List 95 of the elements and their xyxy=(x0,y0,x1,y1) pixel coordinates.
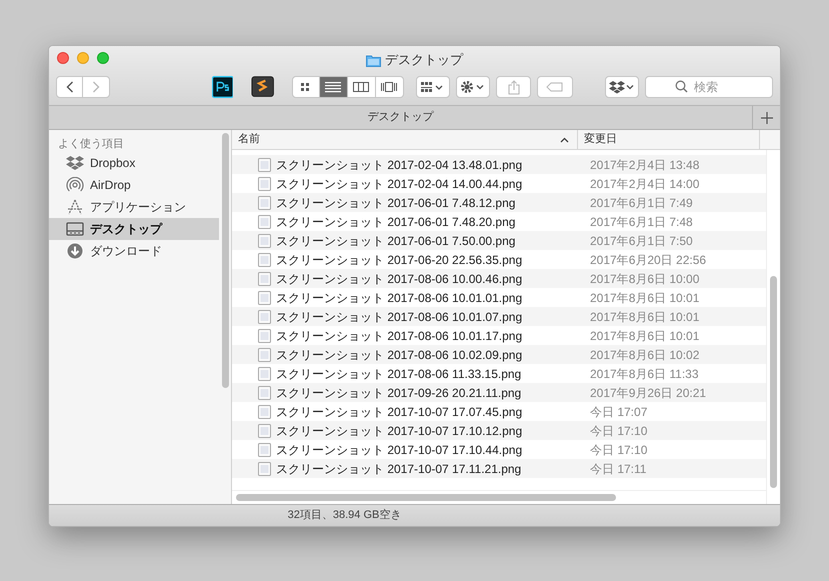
column-header[interactable]: 名前 xyxy=(232,130,578,149)
file-name[interactable]: スクリーンショット 2017-09-26 20.21.11.png xyxy=(276,384,522,402)
file-name[interactable]: スクリーンショット 2017-08-06 10.01.17.png xyxy=(276,326,522,344)
chevron-right-icon xyxy=(92,81,100,93)
image-file-icon xyxy=(258,386,271,400)
gear-icon xyxy=(460,80,486,94)
back-button[interactable] xyxy=(56,76,83,98)
modified-date: 2017年6月1日 7:49 xyxy=(589,194,693,212)
modified-date: 今日 17:07 xyxy=(589,404,648,420)
image-file-icon xyxy=(258,290,271,304)
column-header[interactable]: 変更日 xyxy=(578,130,760,149)
airdrop-icon xyxy=(66,177,84,193)
modified-date: 2017年2月4日 14:00 xyxy=(589,176,700,192)
image-file-icon xyxy=(258,214,271,228)
window-title: デスクトップ xyxy=(385,51,463,70)
sidebar-item[interactable]: ダウンロード xyxy=(49,240,219,262)
download-icon xyxy=(66,243,84,259)
cover-flow-button[interactable] xyxy=(376,76,404,98)
column-view-button[interactable] xyxy=(348,76,376,98)
image-file-icon xyxy=(258,252,271,266)
search-field[interactable]: 検索 xyxy=(645,76,773,98)
modified-date: 今日 17:10 xyxy=(589,442,648,458)
applications-icon xyxy=(66,199,84,215)
dropbox-button[interactable] xyxy=(604,76,639,98)
image-file-icon xyxy=(258,196,271,210)
vertical-scrollbar-thumb[interactable] xyxy=(770,276,777,488)
image-file-icon xyxy=(258,234,271,248)
zoom-button[interactable] xyxy=(97,52,109,64)
arrange-button[interactable] xyxy=(416,76,450,98)
modified-date: 2017年9月26日 20:21 xyxy=(589,384,706,402)
image-file-icon xyxy=(258,404,271,418)
image-file-icon xyxy=(258,328,271,342)
coverflow-view-icon xyxy=(381,81,398,93)
share-icon xyxy=(508,80,520,94)
file-name[interactable]: スクリーンショット 2017-06-20 22.56.35.png xyxy=(276,250,522,268)
file-name[interactable]: スクリーンショット 2017-10-07 17.11.21.png xyxy=(276,460,522,478)
file-name[interactable]: スクリーンショット 2017-02-04 14.00.44.png xyxy=(276,174,522,192)
image-file-icon xyxy=(258,424,271,438)
modified-date: 2017年6月20日 22:56 xyxy=(589,252,706,268)
dropbox-icon xyxy=(608,80,635,94)
file-name[interactable]: スクリーンショット 2017-10-07 17.10.12.png xyxy=(276,422,522,440)
file-name[interactable]: スクリーンショット 2017-02-04 13.48.01.png xyxy=(276,156,522,174)
dropbox-icon xyxy=(66,155,84,171)
search-icon xyxy=(675,80,688,93)
modified-date: 今日 17:11 xyxy=(589,460,646,478)
file-name[interactable]: スクリーンショット 2017-08-06 11.33.15.png xyxy=(276,364,522,382)
chevron-left-icon xyxy=(66,81,74,93)
status-text: 32項目、38.94 GB空き xyxy=(288,508,402,524)
list-view-button[interactable] xyxy=(320,76,348,98)
file-name[interactable]: スクリーンショット 2017-10-07 17.10.44.png xyxy=(276,440,522,458)
file-name[interactable]: スクリーンショット 2017-08-06 10.01.07.png xyxy=(276,308,522,326)
file-name[interactable]: スクリーンショット 2017-06-01 7.48.12.png xyxy=(276,194,516,212)
modified-date: 2017年2月4日 13:48 xyxy=(589,156,700,174)
photoshop-app-icon[interactable] xyxy=(212,75,234,99)
tag-icon xyxy=(546,82,564,92)
sidebar-item[interactable]: Dropbox xyxy=(49,152,219,174)
image-file-icon xyxy=(258,176,271,190)
list-view-icon xyxy=(325,81,342,93)
scrollbar-thumb[interactable] xyxy=(222,133,229,388)
close-button[interactable] xyxy=(57,52,69,64)
file-name[interactable]: スクリーンショット 2017-08-06 10.01.01.png xyxy=(276,288,522,306)
sidebar-item[interactable]: AirDrop xyxy=(49,174,219,196)
modified-date: 2017年8月6日 11:33 xyxy=(589,366,699,382)
modified-date: 2017年8月6日 10:00 xyxy=(589,270,700,288)
arrange-icon xyxy=(420,81,445,93)
horizontal-scrollbar-thumb[interactable] xyxy=(236,494,616,501)
sidebar-section-header: よく使う項目 xyxy=(57,137,125,152)
image-file-icon xyxy=(258,442,271,456)
plus-icon xyxy=(760,112,772,124)
file-name[interactable]: スクリーンショット 2017-06-01 7.48.20.png xyxy=(276,212,516,230)
icon-view-button[interactable] xyxy=(292,76,320,98)
image-file-icon xyxy=(258,348,271,362)
columns-view-icon xyxy=(353,81,370,93)
modified-date: 2017年8月6日 10:02 xyxy=(589,346,700,364)
image-file-icon xyxy=(258,310,271,324)
image-file-icon xyxy=(258,272,271,286)
modified-date: 今日 17:10 xyxy=(589,422,648,440)
modified-date: 2017年6月1日 7:50 xyxy=(589,232,693,250)
image-file-icon xyxy=(258,366,271,380)
modified-date: 2017年8月6日 10:01 xyxy=(589,290,700,306)
file-name[interactable]: スクリーンショット 2017-10-07 17.07.45.png xyxy=(276,402,522,420)
image-file-icon xyxy=(258,158,271,172)
desktop-icon xyxy=(66,221,84,237)
modified-date: 2017年8月6日 10:01 xyxy=(589,308,700,326)
file-name[interactable]: スクリーンショット 2017-08-06 10.02.09.png xyxy=(276,346,522,364)
file-name[interactable]: スクリーンショット 2017-06-01 7.50.00.png xyxy=(276,232,516,250)
modified-date: 2017年8月6日 10:01 xyxy=(589,328,700,344)
file-name[interactable]: スクリーンショット 2017-08-06 10.00.46.png xyxy=(276,270,522,288)
modified-date: 2017年6月1日 7:48 xyxy=(589,214,693,230)
sidebar-item[interactable]: デスクトップ xyxy=(49,218,219,240)
sidebar-item[interactable]: アプリケーション xyxy=(49,196,219,218)
folder-icon xyxy=(366,54,381,66)
sublime-app-icon[interactable] xyxy=(250,75,274,99)
action-button[interactable] xyxy=(456,76,490,98)
image-file-icon xyxy=(258,462,271,476)
